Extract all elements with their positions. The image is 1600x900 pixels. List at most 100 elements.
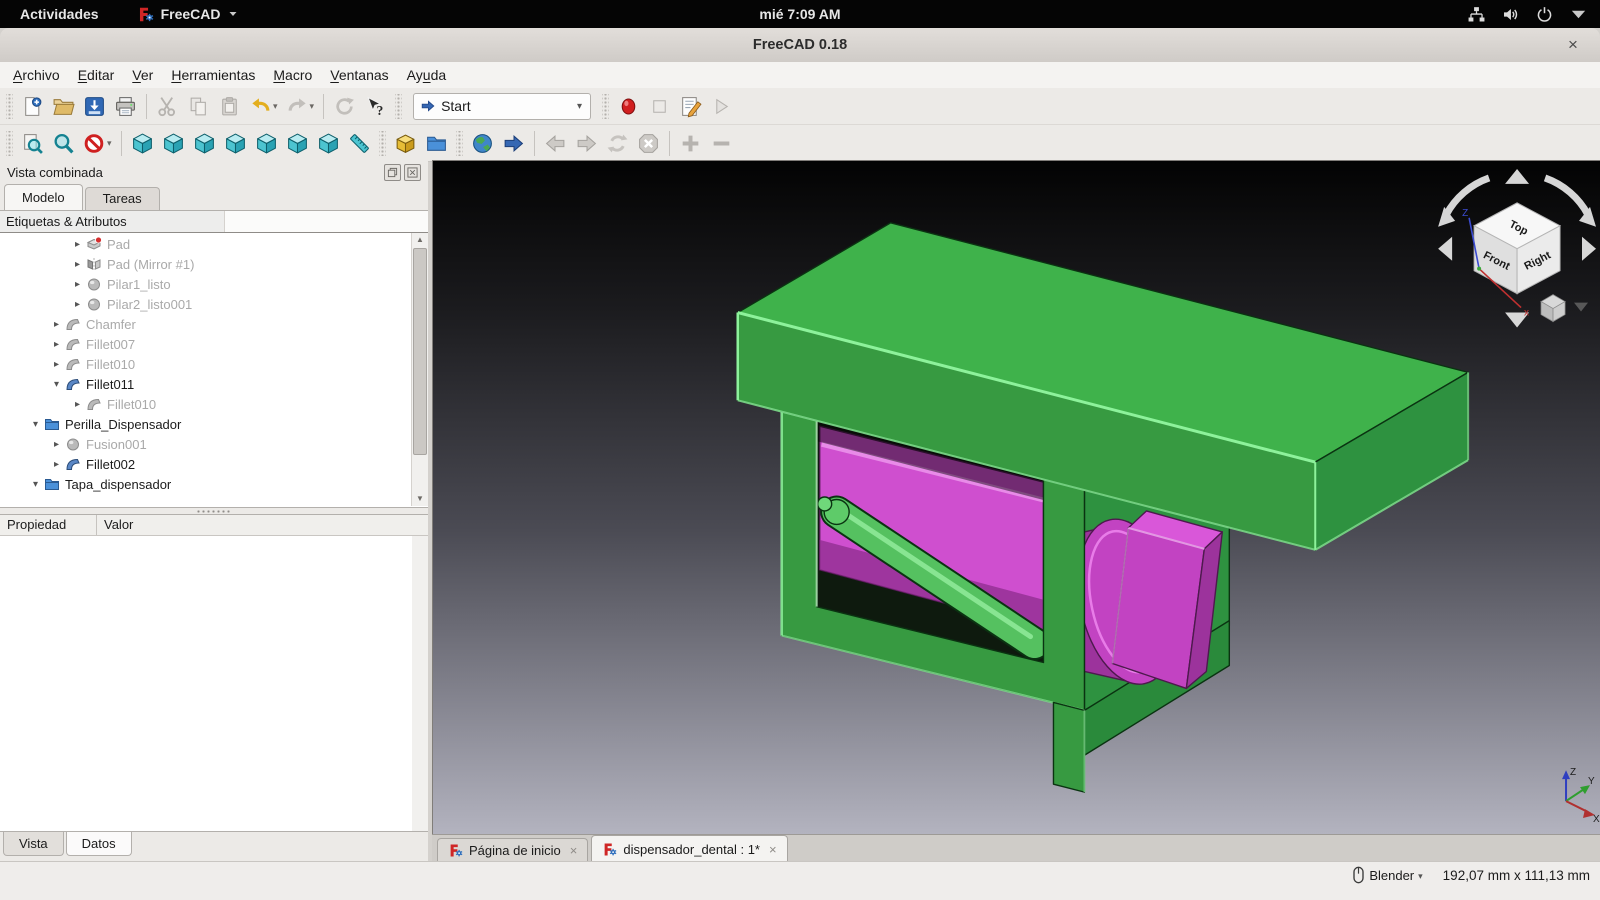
- copy-button[interactable]: [184, 91, 213, 121]
- menu-ayuda[interactable]: Ayuda: [398, 62, 455, 88]
- tree-item-fillet010[interactable]: ▸Fillet010: [0, 354, 411, 374]
- menu-ventanas[interactable]: Ventanas: [321, 62, 397, 88]
- open-document-button[interactable]: [49, 91, 78, 121]
- view-left-button[interactable]: [314, 128, 343, 158]
- tree-expander-icon[interactable]: ▸: [50, 339, 63, 350]
- scroll-down-icon[interactable]: ▼: [412, 492, 428, 506]
- redo-button[interactable]: ▾: [283, 91, 318, 121]
- whats-this-button[interactable]: ?: [361, 91, 390, 121]
- chevron-down-icon[interactable]: ▾: [310, 101, 315, 112]
- nav-cube-menu-caret[interactable]: [1574, 303, 1588, 312]
- tab-close-button[interactable]: ×: [570, 843, 578, 858]
- zoom-in-button[interactable]: [676, 128, 705, 158]
- save-button[interactable]: [80, 91, 109, 121]
- tree-expander-icon[interactable]: ▸: [71, 259, 84, 270]
- menu-herramientas[interactable]: Herramientas: [162, 62, 264, 88]
- activities-button[interactable]: Actividades: [14, 6, 105, 22]
- model-dispenser[interactable]: [738, 223, 1468, 792]
- window-close-button[interactable]: ×: [1562, 34, 1584, 56]
- tree-expander-icon[interactable]: ▸: [50, 359, 63, 370]
- menu-ver[interactable]: Ver: [123, 62, 162, 88]
- new-document-button[interactable]: [18, 91, 47, 121]
- tree-expander-icon[interactable]: ▸: [50, 439, 63, 450]
- nav-cube-body[interactable]: [1474, 203, 1560, 294]
- web-go-button[interactable]: [499, 128, 528, 158]
- tree-item-fillet007[interactable]: ▸Fillet007: [0, 334, 411, 354]
- scrollbar-thumb[interactable]: [413, 248, 427, 455]
- tree-item-fillet002[interactable]: ▸Fillet002: [0, 454, 411, 474]
- tree-item-fillet011[interactable]: ▾Fillet011: [0, 374, 411, 394]
- tree-item-fusion001[interactable]: ▸Fusion001: [0, 434, 411, 454]
- tree-item-pad-mirror-1[interactable]: ▸Pad (Mirror #1): [0, 254, 411, 274]
- measure-distance-button[interactable]: [345, 128, 374, 158]
- part-tools-button[interactable]: [391, 128, 420, 158]
- chevron-down-icon[interactable]: ▾: [273, 101, 278, 112]
- tree-expander-icon[interactable]: ▸: [71, 239, 84, 250]
- chevron-down-icon[interactable]: ▾: [569, 101, 590, 112]
- nav-style-selector[interactable]: Blender ▾: [1352, 866, 1422, 884]
- tree-item-fillet010[interactable]: ▸Fillet010: [0, 394, 411, 414]
- tree-item-chamfer[interactable]: ▸Chamfer: [0, 314, 411, 334]
- view-top-button[interactable]: [190, 128, 219, 158]
- tree-column-header[interactable]: Etiquetas & Atributos: [0, 211, 225, 232]
- view-isometric-button[interactable]: [128, 128, 157, 158]
- toolbar-drag-handle[interactable]: [395, 94, 402, 119]
- tab-close-button[interactable]: ×: [769, 842, 777, 857]
- web-browser-button[interactable]: [468, 128, 497, 158]
- web-stop-button[interactable]: [634, 128, 663, 158]
- box-zoom-button[interactable]: [49, 128, 78, 158]
- paste-button[interactable]: [215, 91, 244, 121]
- view-right-button[interactable]: [221, 128, 250, 158]
- menu-macro[interactable]: Macro: [264, 62, 321, 88]
- draw-style-button[interactable]: ▾: [80, 128, 115, 158]
- create-group-button[interactable]: [422, 128, 451, 158]
- toolbar-drag-handle[interactable]: [379, 131, 386, 156]
- menu-editar[interactable]: Editar: [69, 62, 124, 88]
- menu-archivo[interactable]: Archivo: [4, 62, 69, 88]
- macro-debug-button[interactable]: [707, 91, 736, 121]
- tree-expander-icon[interactable]: ▸: [50, 459, 63, 470]
- zoom-out-button[interactable]: [707, 128, 736, 158]
- view-rear-button[interactable]: [252, 128, 281, 158]
- web-back-button[interactable]: [541, 128, 570, 158]
- tree-item-pilar1-listo[interactable]: ▸Pilar1_listo: [0, 274, 411, 294]
- value-column-header[interactable]: Valor: [97, 515, 428, 535]
- tab-modelo[interactable]: Modelo: [4, 184, 83, 210]
- navigation-cube[interactable]: Top Front Right Z x: [1438, 169, 1596, 328]
- toolbar-drag-handle[interactable]: [6, 94, 13, 119]
- window-titlebar[interactable]: FreeCAD 0.18 ×: [0, 28, 1600, 63]
- panel-close-button[interactable]: [404, 164, 421, 181]
- tree-item-tapa-dispensador[interactable]: ▾Tapa_dispensador: [0, 474, 411, 494]
- macro-record-button[interactable]: [614, 91, 643, 121]
- tree-scrollbar[interactable]: ▲ ▼: [411, 233, 428, 506]
- scroll-up-icon[interactable]: ▲: [412, 233, 428, 247]
- tree-expander-icon[interactable]: ▾: [50, 379, 63, 390]
- cut-button[interactable]: [153, 91, 182, 121]
- macro-stop-button[interactable]: [645, 91, 674, 121]
- nav-cube-menu-icon[interactable]: [1541, 295, 1565, 322]
- toolbar-drag-handle[interactable]: [6, 131, 13, 156]
- tree-expander-icon[interactable]: ▸: [71, 299, 84, 310]
- fit-all-button[interactable]: [18, 128, 47, 158]
- toolbar-drag-handle[interactable]: [602, 94, 609, 119]
- undo-button[interactable]: ▾: [246, 91, 281, 121]
- refresh-button[interactable]: [330, 91, 359, 121]
- app-menu-button[interactable]: FreeCAD: [137, 6, 238, 23]
- view-bottom-button[interactable]: [283, 128, 312, 158]
- system-status-area[interactable]: [1467, 0, 1588, 28]
- tree-expander-icon[interactable]: ▸: [71, 279, 84, 290]
- document-tab-pagina-de-inicio[interactable]: Página de inicio×: [437, 838, 588, 862]
- property-column-header[interactable]: Propiedad: [0, 515, 97, 535]
- tree-expander-icon[interactable]: ▾: [29, 479, 42, 490]
- tree-expander-icon[interactable]: ▸: [71, 399, 84, 410]
- print-button[interactable]: [111, 91, 140, 121]
- toolbar-drag-handle[interactable]: [456, 131, 463, 156]
- web-refresh-button[interactable]: [603, 128, 632, 158]
- tab-datos[interactable]: Datos: [66, 832, 132, 856]
- tab-vista[interactable]: Vista: [3, 832, 64, 856]
- tree-item-perilla-dispensador[interactable]: ▾Perilla_Dispensador: [0, 414, 411, 434]
- view-front-button[interactable]: [159, 128, 188, 158]
- tree-expander-icon[interactable]: ▾: [29, 419, 42, 430]
- tree-expander-icon[interactable]: ▸: [50, 319, 63, 330]
- chevron-down-icon[interactable]: ▾: [107, 138, 112, 149]
